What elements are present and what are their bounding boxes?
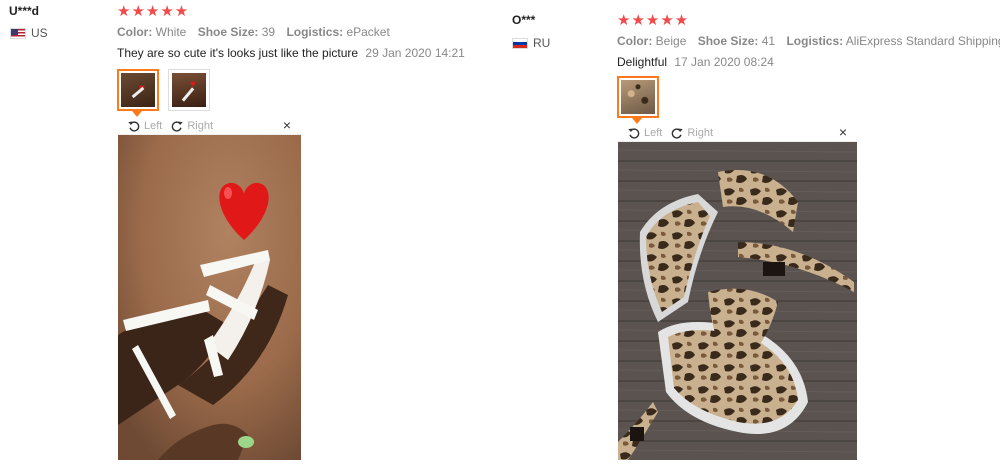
color-label: Color:	[117, 25, 153, 39]
review-item: O*** RU ★★★★★ Color: Beige Shoe Size: 41…	[500, 0, 1000, 471]
logistics-label: Logistics:	[286, 25, 344, 39]
image-viewer-toolbar: Left Right ×	[118, 117, 301, 135]
rotate-left-button[interactable]: Left	[127, 119, 162, 133]
logistics-value: AliExpress Standard Shipping	[845, 34, 1000, 48]
sandal-photo	[618, 142, 857, 460]
close-viewer-button[interactable]: ×	[283, 117, 291, 134]
size-value: 41	[761, 34, 776, 48]
thumb-image	[621, 80, 655, 114]
logistics-value: ePacket	[346, 25, 390, 39]
review-body: They are so cute it's looks just like th…	[117, 46, 359, 60]
rotate-right-icon	[672, 127, 684, 139]
rotate-left-icon	[128, 120, 140, 132]
logistics-label: Logistics:	[786, 34, 844, 48]
color-label: Color:	[617, 34, 653, 48]
review-item: U***d US ★★★★★ Color: White Shoe Size: 3…	[0, 0, 500, 471]
review-body: Delightful	[617, 55, 668, 69]
review-text: They are so cute it's looks just like th…	[117, 46, 465, 60]
review-date: 29 Jan 2020 14:21	[365, 46, 465, 60]
reviewer-country: US	[10, 26, 48, 40]
size-label: Shoe Size:	[697, 34, 759, 48]
us-flag-icon	[10, 27, 26, 39]
review-text: Delightful 17 Jan 2020 08:24	[617, 55, 774, 69]
review-photo-thumb[interactable]	[617, 76, 659, 118]
reviewer-name: O***	[512, 13, 536, 27]
review-date: 17 Jan 2020 08:24	[674, 55, 774, 69]
review-photo-large	[118, 135, 301, 460]
product-attributes: Color: White Shoe Size: 39 Logistics: eP…	[117, 25, 398, 39]
review-photo-thumb[interactable]: ♥	[168, 69, 210, 111]
country-code: US	[31, 26, 48, 40]
thumb-image: ♥	[172, 73, 206, 107]
close-viewer-button[interactable]: ×	[839, 124, 847, 141]
color-value: Beige	[655, 34, 687, 48]
product-attributes: Color: Beige Shoe Size: 41 Logistics: Al…	[617, 34, 1000, 48]
country-code: RU	[533, 36, 551, 50]
rotate-left-icon	[628, 127, 640, 139]
rotate-left-button[interactable]: Left	[627, 126, 662, 140]
rotate-right-icon	[172, 120, 184, 132]
rotate-right-label: Right	[687, 126, 714, 139]
rotate-left-label: Left	[644, 126, 663, 139]
reviewer-name: U***d	[9, 4, 40, 18]
size-value: 39	[261, 25, 276, 39]
star-rating: ★★★★★	[117, 3, 190, 20]
review-photo-thumb[interactable]: ♥	[117, 69, 159, 111]
ru-flag-icon	[512, 37, 528, 49]
image-viewer-toolbar: Left Right ×	[618, 124, 857, 142]
review-photo-large	[618, 142, 857, 460]
color-value: White	[155, 25, 187, 39]
sandal-photo	[118, 135, 301, 460]
star-rating: ★★★★★	[617, 12, 690, 29]
rotate-right-button[interactable]: Right	[670, 126, 713, 140]
size-label: Shoe Size:	[197, 25, 259, 39]
rotate-right-label: Right	[187, 119, 214, 132]
rotate-right-button[interactable]: Right	[170, 119, 213, 133]
thumb-image: ♥	[121, 73, 155, 107]
reviewer-country: RU	[512, 36, 550, 50]
rotate-left-label: Left	[144, 119, 163, 132]
